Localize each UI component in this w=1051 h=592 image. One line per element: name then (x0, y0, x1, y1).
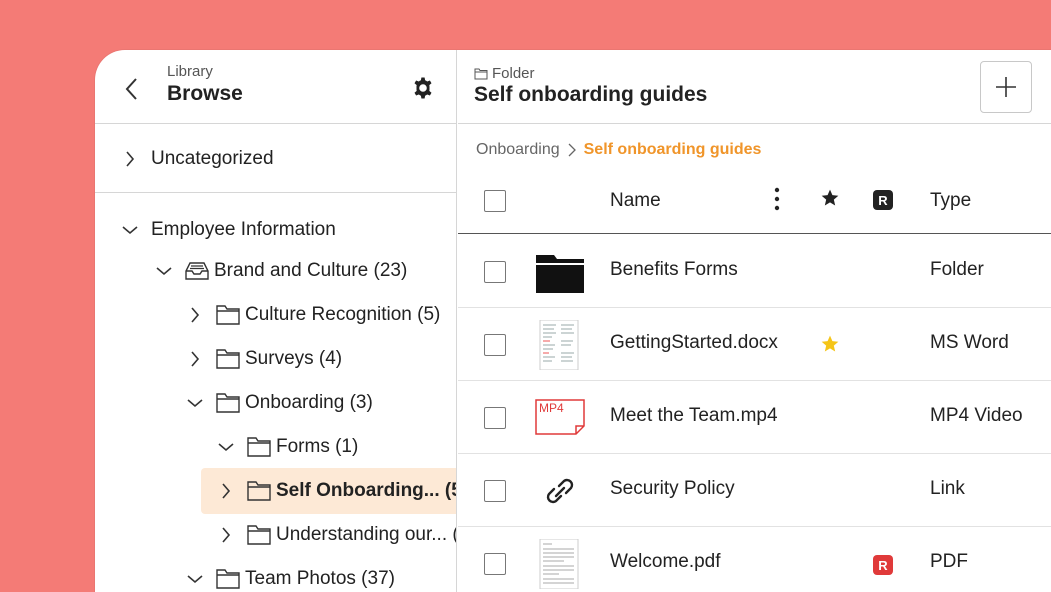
row-type: Folder (930, 259, 984, 280)
tree-item-surveys[interactable]: Surveys (4) (184, 339, 342, 379)
settings-button[interactable] (411, 76, 435, 100)
column-header-type[interactable]: Type (930, 190, 971, 212)
tree-item-label: Team Photos (37) (245, 568, 395, 589)
tree-item-label: Understanding our... ( (276, 524, 457, 545)
row-name: Welcome.pdf (610, 551, 721, 572)
chevron-right-icon (568, 143, 576, 157)
tree-item-self-onboarding[interactable]: Self Onboarding... (5 (215, 471, 457, 511)
page-title: Self onboarding guides (474, 83, 708, 106)
tree-item-label: Brand and Culture (23) (214, 260, 408, 281)
inbox-icon (185, 261, 209, 281)
tree-item-label: Onboarding (3) (245, 392, 373, 413)
plus-icon (996, 77, 1016, 97)
chevron-down-icon (153, 260, 175, 282)
row-checkbox[interactable] (484, 334, 506, 356)
breadcrumb-current: Self onboarding guides (583, 141, 762, 158)
column-header-r-badge[interactable]: R (873, 190, 893, 210)
pdf-thumbnail (534, 538, 586, 590)
row-name: Security Policy (610, 478, 735, 499)
gear-icon (414, 77, 432, 99)
favorite-star-button[interactable] (820, 334, 840, 359)
tree-item-understanding-our[interactable]: Understanding our... ( (215, 515, 457, 555)
folder-subtitle-label: Folder (492, 65, 535, 82)
tree-item-label: Surveys (4) (245, 348, 343, 369)
chevron-left-icon (125, 78, 137, 100)
chevron-right-icon (184, 348, 206, 370)
row-name: Benefits Forms (610, 259, 738, 280)
docx-thumbnail (534, 319, 586, 371)
folder-icon (216, 305, 240, 325)
sidebar-title: Browse (167, 82, 243, 105)
table-row[interactable]: MP4 Meet the Team.mp4 MP4 Video (458, 381, 1051, 454)
kebab-menu-icon (774, 187, 780, 211)
row-name: Meet the Team.mp4 (610, 405, 778, 426)
link-icon (534, 466, 586, 516)
mp4-label: MP4 (539, 401, 564, 415)
table-row[interactable]: Welcome.pdf R PDF (458, 527, 1051, 592)
header-divider (458, 123, 1051, 124)
folder-content-pane: Folder Self onboarding guides Onboarding… (458, 50, 1051, 592)
tree-item-label: Employee Information (151, 219, 336, 240)
sidebar-subtitle: Library (167, 63, 213, 80)
tree-item-forms[interactable]: Forms (1) (215, 427, 358, 467)
chevron-right-icon (215, 524, 237, 546)
folder-icon (216, 393, 240, 413)
chevron-down-icon (184, 568, 206, 590)
table-row[interactable]: Benefits Forms Folder (458, 235, 1051, 308)
row-type: MS Word (930, 332, 1009, 353)
breadcrumb: Onboarding Self onboarding guides (476, 141, 761, 159)
tree-item-label: Self Onboarding... (5 (276, 480, 457, 501)
folder-icon (216, 349, 240, 369)
r-status-badge[interactable]: R (873, 555, 893, 575)
chevron-down-icon (184, 392, 206, 414)
table-row[interactable]: Security Policy Link (458, 454, 1051, 527)
tree-item-brand-and-culture[interactable]: Brand and Culture (23) (153, 251, 407, 291)
chevron-right-icon (119, 148, 141, 170)
row-checkbox[interactable] (484, 261, 506, 283)
row-checkbox[interactable] (484, 407, 506, 429)
back-button[interactable] (119, 74, 143, 104)
star-icon (821, 189, 839, 206)
row-type: PDF (930, 551, 968, 572)
mp4-file-icon: MP4 (534, 393, 586, 443)
chevron-right-icon (215, 480, 237, 502)
breadcrumb-onboarding[interactable]: Onboarding (476, 141, 560, 159)
column-header-favorite[interactable] (820, 188, 840, 213)
tree-item-employee-information[interactable]: Employee Information (119, 210, 336, 250)
folder-icon (534, 247, 586, 297)
folder-icon (216, 569, 240, 589)
column-options-button[interactable] (770, 186, 784, 212)
tree-item-uncategorized[interactable]: Uncategorized (119, 139, 274, 179)
chevron-down-icon (215, 436, 237, 458)
tree-item-culture-recognition[interactable]: Culture Recognition (5) (184, 295, 440, 335)
tree-item-team-photos[interactable]: Team Photos (37) (184, 559, 395, 592)
library-sidebar: Library Browse Uncategorized Employee In… (95, 50, 457, 592)
table-row[interactable]: GettingStarted.docx MS Word (458, 308, 1051, 381)
folder-icon (247, 437, 271, 457)
tree-item-onboarding[interactable]: Onboarding (3) (184, 383, 373, 423)
table-header: Name R Type (458, 172, 1051, 234)
folder-subtitle: Folder (474, 65, 535, 82)
app-window: Library Browse Uncategorized Employee In… (95, 50, 1051, 592)
chevron-right-icon (184, 304, 206, 326)
chevron-down-icon (119, 219, 141, 241)
row-name: GettingStarted.docx (610, 332, 778, 353)
row-type: MP4 Video (930, 405, 1023, 426)
row-checkbox[interactable] (484, 480, 506, 502)
row-checkbox[interactable] (484, 553, 506, 575)
add-button[interactable] (980, 61, 1032, 113)
folder-icon (247, 481, 271, 501)
sidebar-header: Library Browse (95, 50, 456, 124)
uncategorized-section: Uncategorized (95, 125, 456, 193)
column-header-name[interactable]: Name (610, 190, 661, 212)
select-all-checkbox[interactable] (484, 190, 506, 212)
tree-item-label: Culture Recognition (5) (245, 304, 441, 325)
star-filled-icon (821, 335, 839, 352)
folder-icon (247, 525, 271, 545)
folder-icon (474, 68, 488, 79)
row-type: Link (930, 478, 965, 499)
tree-item-label: Uncategorized (151, 148, 274, 169)
tree-item-label: Forms (1) (276, 436, 359, 457)
